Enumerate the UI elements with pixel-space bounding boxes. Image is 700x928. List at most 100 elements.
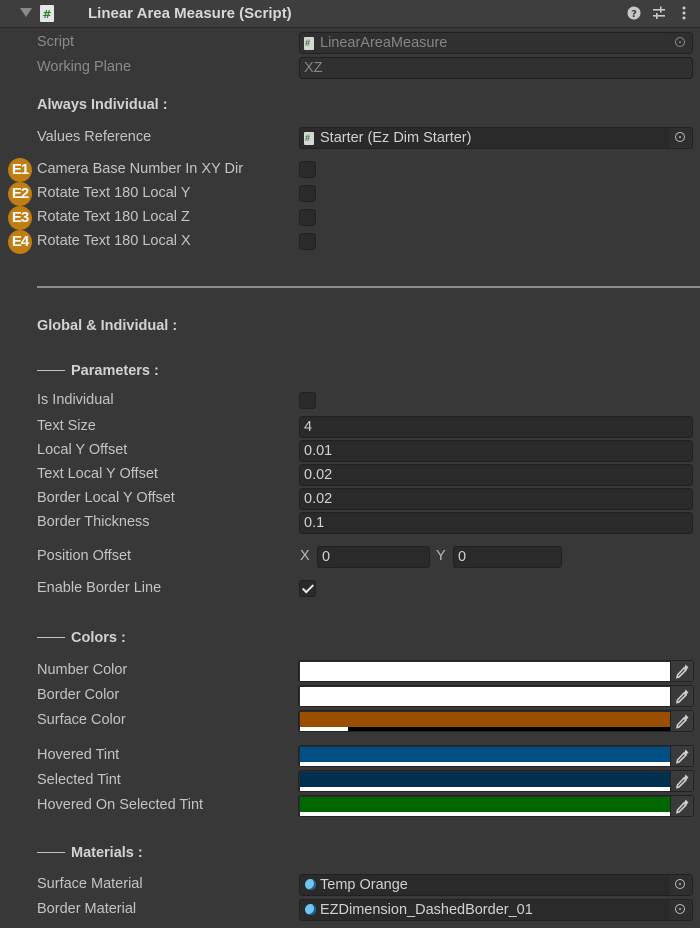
eyedropper-button[interactable] <box>670 771 693 791</box>
eyedropper-button[interactable] <box>670 746 693 766</box>
object-picker-button[interactable] <box>670 128 692 148</box>
selected-tint-row: Selected Tint <box>0 769 700 793</box>
border-material-row: Border Material EZDimension_DashedBorder… <box>0 898 700 922</box>
border-thickness-label: Border Thickness <box>37 514 150 530</box>
heading-dash <box>37 851 65 853</box>
values-reference-row: Values Reference # Starter (Ez Dim Start… <box>0 126 700 150</box>
y-label[interactable]: Y <box>436 548 446 564</box>
position-offset-label: Position Offset <box>37 548 132 564</box>
local-y-offset-input[interactable]: 0.01 <box>299 440 693 462</box>
object-picker-button[interactable] <box>670 900 692 920</box>
text-size-input[interactable]: 4 <box>299 416 693 438</box>
object-picker-icon <box>675 879 685 889</box>
alpha-fill <box>300 762 671 766</box>
enable-border-line-checkbox[interactable] <box>299 580 316 597</box>
alpha-bar <box>300 702 671 706</box>
toggle-row-e1: E1 Camera Base Number In XY Dir <box>0 158 700 182</box>
e3-badge: E3 <box>8 206 32 230</box>
is-individual-checkbox[interactable] <box>299 392 316 409</box>
alpha-fill <box>300 677 671 681</box>
border-local-y-offset-input[interactable]: 0.02 <box>299 488 693 510</box>
border-color-row: Border Color <box>0 684 700 708</box>
e1-badge: E1 <box>8 158 32 182</box>
component-header[interactable]: # Linear Area Measure (Script) ? <box>0 0 700 28</box>
working-plane-field: XZ <box>299 57 693 79</box>
materials-heading-row: Materials : <box>0 842 700 866</box>
alpha-fill <box>300 787 671 791</box>
surface-color-row: Surface Color <box>0 709 700 733</box>
surface-material-field[interactable]: Temp Orange <box>299 874 693 896</box>
eyedropper-button[interactable] <box>670 686 693 706</box>
selected-tint-field[interactable] <box>298 770 694 792</box>
foldout-arrow-icon[interactable] <box>20 8 32 17</box>
eyedropper-button[interactable] <box>670 796 693 816</box>
hovered-on-selected-tint-row: Hovered On Selected Tint <box>0 794 700 818</box>
e2-badge: E2 <box>8 182 32 206</box>
x-label[interactable]: X <box>300 548 310 564</box>
section-divider <box>37 286 700 288</box>
text-size-row: Text Size 4 <box>0 415 700 439</box>
number-color-field[interactable] <box>298 660 694 682</box>
color-swatch[interactable] <box>300 712 671 727</box>
color-swatch[interactable] <box>300 772 671 787</box>
hovered-on-selected-tint-field[interactable] <box>298 795 694 817</box>
object-picker-button[interactable] <box>670 875 692 895</box>
script-row: Script # LinearAreaMeasure <box>0 31 700 55</box>
position-offset-x-input[interactable]: 0 <box>317 546 430 568</box>
camera-base-number-checkbox[interactable] <box>299 161 316 178</box>
rotate-text-local-x-label: Rotate Text 180 Local X <box>37 233 191 249</box>
color-swatch[interactable] <box>300 687 671 702</box>
svg-text:?: ? <box>631 9 637 20</box>
border-local-y-offset-label: Border Local Y Offset <box>37 490 175 506</box>
enable-border-line-label: Enable Border Line <box>37 580 162 596</box>
toggle-row-e2: E2 Rotate Text 180 Local Y <box>0 182 700 206</box>
working-plane-row: Working Plane XZ <box>0 56 700 80</box>
kebab-menu-icon[interactable] <box>676 5 692 21</box>
border-thickness-input[interactable]: 0.1 <box>299 512 693 534</box>
toggle-row-e3: E3 Rotate Text 180 Local Z <box>0 206 700 230</box>
rotate-text-local-y-checkbox[interactable] <box>299 185 316 202</box>
values-reference-field[interactable]: # Starter (Ez Dim Starter) <box>299 127 693 149</box>
camera-base-number-label: Camera Base Number In XY Dir <box>37 161 244 177</box>
selected-tint-label: Selected Tint <box>37 772 121 788</box>
enable-border-line-row: Enable Border Line <box>0 577 700 601</box>
alpha-bar <box>300 677 671 681</box>
alpha-fill <box>300 727 349 731</box>
alpha-fill <box>300 812 671 816</box>
local-y-offset-label: Local Y Offset <box>37 442 128 458</box>
color-swatch[interactable] <box>300 662 671 677</box>
heading-dash <box>37 369 65 371</box>
preset-sliders-icon[interactable] <box>651 5 667 21</box>
surface-color-label: Surface Color <box>37 712 126 728</box>
rotate-text-local-z-label: Rotate Text 180 Local Z <box>37 209 190 225</box>
color-swatch[interactable] <box>300 747 671 762</box>
color-swatch[interactable] <box>300 797 671 812</box>
text-local-y-offset-input[interactable]: 0.02 <box>299 464 693 486</box>
hovered-tint-field[interactable] <box>298 745 694 767</box>
number-color-label: Number Color <box>37 662 128 678</box>
object-picker-icon <box>675 37 685 47</box>
eyedropper-button[interactable] <box>670 661 693 681</box>
material-icon <box>305 904 316 915</box>
heading-dash <box>37 636 65 638</box>
rotate-text-local-z-checkbox[interactable] <box>299 209 316 226</box>
text-local-y-offset-row: Text Local Y Offset 0.02 <box>0 463 700 487</box>
object-picker-button <box>670 33 692 53</box>
text-local-y-offset-label: Text Local Y Offset <box>37 466 158 482</box>
eyedropper-icon <box>675 774 689 789</box>
text-size-label: Text Size <box>37 418 96 434</box>
working-plane-label: Working Plane <box>37 59 132 75</box>
help-icon[interactable]: ? <box>626 5 642 21</box>
eyedropper-icon <box>675 799 689 814</box>
alpha-bar <box>300 787 671 791</box>
border-color-field[interactable] <box>298 685 694 707</box>
colors-heading-row: Colors : <box>0 627 700 651</box>
surface-color-field[interactable] <box>298 710 694 732</box>
eyedropper-icon <box>675 749 689 764</box>
values-reference-label: Values Reference <box>37 129 152 145</box>
eyedropper-button[interactable] <box>670 711 693 731</box>
position-offset-y-input[interactable]: 0 <box>453 546 562 568</box>
border-material-field[interactable]: EZDimension_DashedBorder_01 <box>299 899 693 921</box>
parameters-heading: Parameters : <box>37 363 159 379</box>
rotate-text-local-x-checkbox[interactable] <box>299 233 316 250</box>
